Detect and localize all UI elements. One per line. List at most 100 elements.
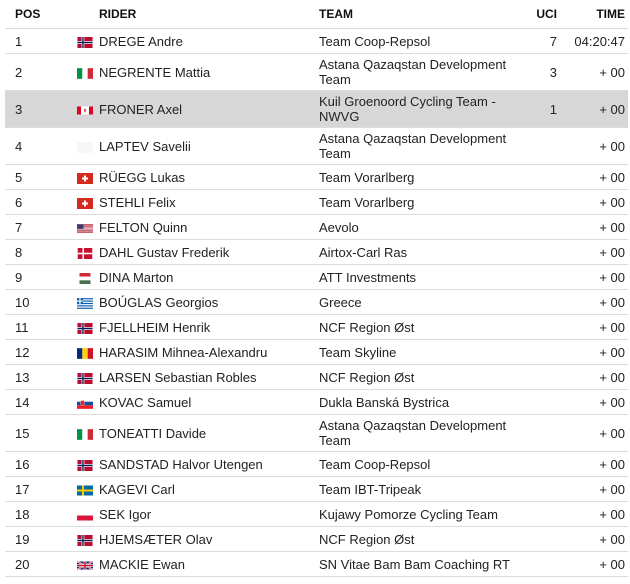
norway-flag-icon (77, 322, 93, 334)
team-link[interactable]: Kujawy Pomorze Cycling Team (319, 507, 498, 522)
team-link[interactable]: Team Skyline (319, 345, 396, 360)
team-link[interactable]: Astana Qazaqstan Development Team (319, 57, 506, 87)
time-cell: + 00 (562, 90, 628, 128)
poland-flag-icon (77, 510, 93, 521)
uci-cell (523, 214, 562, 240)
table-row[interactable]: 20 MACKIE Ewan SN Vitae Bam Bam Coaching R… (5, 551, 628, 577)
rider-link[interactable]: DREGE Andre (99, 34, 183, 49)
pos-cell: 16 (5, 451, 77, 477)
pos-cell: 17 (5, 476, 77, 502)
pos-cell: 3 (5, 90, 77, 128)
table-row[interactable]: 8 DAHL Gustav Frederik Airtox-Carl Ras + 00 (5, 239, 628, 265)
table-row[interactable]: 9 DINA Marton ATT Investments + 00 (5, 264, 628, 290)
team-link[interactable]: ATT Investments (319, 270, 416, 285)
uci-cell (523, 501, 562, 527)
table-row[interactable]: 3 FRONER Axel Kuil Groenoord Cycling Team … (5, 90, 628, 128)
flag-cell (77, 164, 99, 190)
rider-link[interactable]: HJEMSÆTER Olav (99, 532, 212, 547)
rider-cell: HARASIM Mihnea-Alexandru (99, 339, 319, 365)
rider-link[interactable]: FELTON Quinn (99, 220, 187, 235)
table-row[interactable]: 5 RÜEGG Lukas Team Vorarlberg + 00 (5, 164, 628, 190)
table-row[interactable]: 7 FELTON Quinn Aevolo + 00 (5, 214, 628, 240)
team-link[interactable]: Team Vorarlberg (319, 195, 414, 210)
rider-link[interactable]: MACKIE Ewan (99, 557, 185, 572)
team-cell: Dukla Banská Bystrica (319, 389, 523, 415)
table-row[interactable]: 6 STEHLI Felix Team Vorarlberg + 00 (5, 189, 628, 215)
rider-link[interactable]: STEHLI Felix (99, 195, 176, 210)
team-link[interactable]: Dukla Banská Bystrica (319, 395, 449, 410)
table-row[interactable]: 1 DREGE Andre Team Coop-Repsol 7 04:20:47 (5, 28, 628, 54)
team-link[interactable]: Airtox-Carl Ras (319, 245, 407, 260)
table-row[interactable]: 15 TONEATTI Davide Astana Qazaqstan Develo… (5, 414, 628, 452)
rider-link[interactable]: LARSEN Sebastian Robles (99, 370, 257, 385)
canada-flag-icon (77, 105, 93, 116)
rider-link[interactable]: RÜEGG Lukas (99, 170, 185, 185)
pos-cell: 9 (5, 264, 77, 290)
pos-cell: 18 (5, 501, 77, 527)
table-row[interactable]: 18 SEK Igor Kujawy Pomorze Cycling Team + 0… (5, 501, 628, 527)
team-link[interactable]: SN Vitae Bam Bam Coaching RT (319, 557, 510, 572)
rider-cell: FJELLHEIM Henrik (99, 314, 319, 340)
flag-cell (77, 189, 99, 215)
flag-cell (77, 264, 99, 290)
greece-flag-icon (77, 297, 93, 309)
rider-link[interactable]: LAPTEV Savelii (99, 139, 191, 154)
rider-link[interactable]: SANDSTAD Halvor Utengen (99, 457, 263, 472)
uci-cell (523, 551, 562, 577)
pos-cell: 12 (5, 339, 77, 365)
flag-cell (77, 526, 99, 552)
team-link[interactable]: Team Coop-Repsol (319, 34, 430, 49)
table-row[interactable]: 11 FJELLHEIM Henrik NCF Region Øst + 00 (5, 314, 628, 340)
rider-cell: MACKIE Ewan (99, 551, 319, 577)
team-link[interactable]: Team IBT-Tripeak (319, 482, 421, 497)
team-cell: Greece (319, 289, 523, 315)
flag-cell (77, 214, 99, 240)
rider-link[interactable]: KOVAC Samuel (99, 395, 191, 410)
team-link[interactable]: Aevolo (319, 220, 359, 235)
table-row[interactable]: 10 BOÚGLAS Georgios Greece + 00 (5, 289, 628, 315)
table-row[interactable]: 13 LARSEN Sebastian Robles NCF Region Øst +… (5, 364, 628, 390)
rider-link[interactable]: FJELLHEIM Henrik (99, 320, 210, 335)
norway-flag-icon (77, 459, 93, 471)
header-time: TIME (562, 0, 628, 29)
table-row[interactable]: 19 HJEMSÆTER Olav NCF Region Øst + 00 (5, 526, 628, 552)
team-link[interactable]: Team Vorarlberg (319, 170, 414, 185)
time-cell: + 00 (562, 164, 628, 190)
flag-cell (77, 364, 99, 390)
table-row[interactable]: 16 SANDSTAD Halvor Utengen Team Coop-Repso… (5, 451, 628, 477)
team-link[interactable]: Greece (319, 295, 362, 310)
team-link[interactable]: Team Coop-Repsol (319, 457, 430, 472)
table-row[interactable]: 2 NEGRENTE Mattia Astana Qazaqstan Develop… (5, 53, 628, 91)
rider-link[interactable]: DINA Marton (99, 270, 173, 285)
time-cell: 04:20:47 (562, 28, 628, 54)
team-link[interactable]: Astana Qazaqstan Development Team (319, 131, 506, 161)
rider-link[interactable]: NEGRENTE Mattia (99, 65, 210, 80)
team-link[interactable]: NCF Region Øst (319, 532, 414, 547)
uci-cell (523, 189, 562, 215)
uci-cell (523, 264, 562, 290)
team-link[interactable]: NCF Region Øst (319, 370, 414, 385)
table-row[interactable]: 4 LAPTEV Savelii Astana Qazaqstan Developm… (5, 127, 628, 165)
pos-cell: 11 (5, 314, 77, 340)
team-cell: Team Vorarlberg (319, 164, 523, 190)
table-row[interactable]: 17 KAGEVI Carl Team IBT-Tripeak + 00 (5, 476, 628, 502)
rider-link[interactable]: TONEATTI Davide (99, 426, 206, 441)
team-link[interactable]: NCF Region Øst (319, 320, 414, 335)
rider-cell: DAHL Gustav Frederik (99, 239, 319, 265)
rider-link[interactable]: BOÚGLAS Georgios (99, 295, 218, 310)
team-cell: Astana Qazaqstan Development Team (319, 414, 523, 452)
rider-link[interactable]: DAHL Gustav Frederik (99, 245, 229, 260)
team-link[interactable]: Astana Qazaqstan Development Team (319, 418, 506, 448)
team-cell: Astana Qazaqstan Development Team (319, 127, 523, 165)
pos-cell: 20 (5, 551, 77, 577)
italy-flag-icon (77, 67, 93, 79)
table-row[interactable]: 12 HARASIM Mihnea-Alexandru Team Skyline + … (5, 339, 628, 365)
rider-link[interactable]: FRONER Axel (99, 102, 182, 117)
rider-link[interactable]: KAGEVI Carl (99, 482, 175, 497)
table-row[interactable]: 14 KOVAC Samuel Dukla Banská Bystrica + 00 (5, 389, 628, 415)
rider-link[interactable]: HARASIM Mihnea-Alexandru (99, 345, 267, 360)
pos-cell: 1 (5, 28, 77, 54)
team-link[interactable]: Kuil Groenoord Cycling Team - NWVG (319, 94, 496, 124)
rider-link[interactable]: SEK Igor (99, 507, 151, 522)
switzerland-flag-icon (77, 197, 93, 209)
